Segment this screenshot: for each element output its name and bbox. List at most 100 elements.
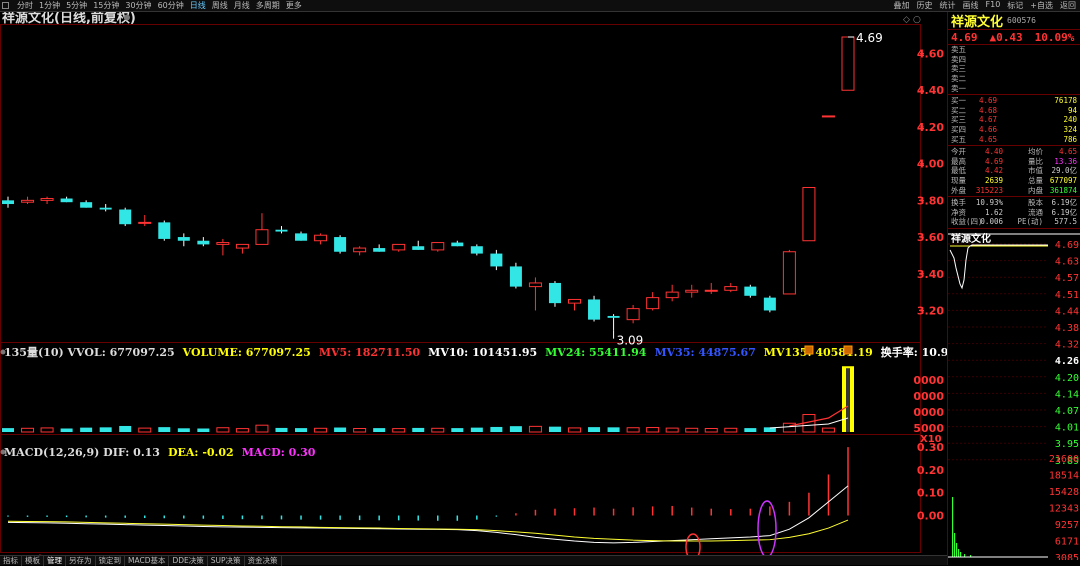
stat-cell: 均价 [1028,147,1043,157]
tool-5[interactable]: 标记 [1007,0,1023,11]
legend-dot-icon[interactable] [0,349,6,355]
mini-price-line [949,244,1048,290]
stat-cell: 6.19亿 [1051,198,1077,208]
last-price: 4.69 [951,30,978,44]
window-square-icon[interactable] [2,2,9,9]
price-tick-label: 4.00 [917,158,944,171]
bottom-tab-4[interactable]: 锁定到 [96,555,125,566]
period-tab-8[interactable]: 月线 [234,0,250,11]
mini-price-label: 4.14 [1055,389,1079,400]
volume-tick-label: 0000 [913,390,944,403]
volume-bar [60,428,73,432]
tool-2[interactable]: 统计 [940,0,956,11]
event-marker-icon[interactable] [804,345,814,355]
stat-cell: 市值 [1028,166,1043,176]
stat-cell: 2639 [984,176,1003,186]
volume-bar [685,427,699,433]
stat-cell: 13.36 [1054,156,1077,166]
volume-bar [119,425,132,432]
period-tab-6[interactable]: 日线 [190,0,206,11]
bid-cell: 4.66 [978,125,997,135]
mv5-line [789,405,849,427]
volume-bar [138,427,152,433]
bottom-tab-3[interactable]: 另存为 [66,555,96,566]
mini-volume-label: 9257 [1055,520,1079,531]
bottom-tab-6[interactable]: DDE决策 [169,555,208,566]
mini-volume-bar [960,551,962,557]
settings-dot-icon[interactable] [124,14,130,21]
stat-cell: 6.19亿 [1051,207,1077,217]
close-icon[interactable]: ○ [913,15,921,25]
volume-bar [40,427,54,433]
bid-cell: 4.69 [978,96,997,106]
candle-body-down [158,222,171,239]
stat-cell: 10.93% [975,198,1003,208]
candle-body-up [21,199,35,203]
volume-bar [548,426,561,432]
candle-body-up [841,36,855,91]
stat-cell: 收益(四) [951,217,983,227]
chart-area[interactable]: 祥源文化(日线,前复权) ◇ ○ 4.60 4.40 4.20 4.00 3.80 3.60 3.… [0,12,947,555]
tool-4[interactable]: F10 [986,0,1001,11]
event-marker-icon[interactable] [843,345,853,355]
candle-body-up [568,298,582,304]
bottom-tab-2[interactable]: 管理 [44,555,66,566]
candle-body-down [548,282,561,304]
period-tab-10[interactable]: 更多 [286,0,302,11]
period-tab-1[interactable]: 1分钟 [39,0,60,11]
tool-0[interactable]: 叠加 [894,0,910,11]
macd-dot-icon[interactable] [0,449,6,455]
period-tab-7[interactable]: 周线 [212,0,228,11]
quote-panel: 祥源文化 600576 4.69 ▲0.43 10.09% 卖五 卖四 卖三 卖二 卖一… [947,12,1080,565]
volume-bar [607,427,620,432]
price-tick-label: 4.20 [917,121,944,134]
mini-price-label: 4.01 [1055,422,1079,433]
candle-body-down [80,202,93,208]
divider [948,227,1080,229]
volume-bar [295,428,308,432]
macd-legend-2: MACD: 0.30 [242,446,316,459]
volume-bar [490,426,503,432]
bottom-tab-1[interactable]: 模板 [22,555,44,566]
stock-name: 祥源文化 [951,15,1004,30]
macd-legend-1: DEA: -0.02 [168,446,234,459]
mini-volume-label: 3085 [1055,553,1079,560]
volume-bar [588,427,601,432]
period-tab-9[interactable]: 多周期 [256,0,280,11]
period-tab-5[interactable]: 60分钟 [158,0,184,11]
volume-bar [528,425,542,433]
mini-intraday-chart[interactable]: 祥源文化4.694.634.574.514.444.384.324.264.20… [948,230,1080,564]
candle-body-down [509,266,522,287]
mv10-line [769,417,849,429]
period-tab-0[interactable]: 分时 [17,0,33,11]
stat-cell: 4.65 [1058,147,1077,157]
bottom-tab-7[interactable]: SUP决策 [208,555,245,566]
volume-bar [235,428,249,433]
volume-legend-4: MV24: 55411.94 [545,346,647,359]
tool-6[interactable]: +自选 [1030,0,1053,11]
candle-body-up [392,243,406,251]
tool-3[interactable]: 画线 [963,0,979,11]
ask-row-2: 卖三 [948,64,1080,74]
period-tab-3[interactable]: 15分钟 [93,0,119,11]
diamond-icon[interactable]: ◇ [903,15,910,25]
candle-body-up [704,289,718,292]
volume-bar [177,428,190,432]
mini-price-label: 3.95 [1055,439,1079,450]
bottom-tab-5[interactable]: MACD基本 [125,555,170,566]
mini-price-label: 4.51 [1055,289,1079,300]
period-tab-4[interactable]: 30分钟 [125,0,151,11]
stat-cell: 677097 [1049,176,1077,186]
volume-bar-inner [846,368,850,432]
tool-7[interactable]: 返回 [1060,0,1076,11]
bottom-tab-0[interactable]: 指标 [0,555,22,566]
bottom-tabs: 指标 模板 管理 另存为 锁定到 MACD基本 DDE决策 SUP决策 资金决策 [0,555,947,566]
tool-1[interactable]: 历史 [917,0,933,11]
period-tabs: 分时 1分钟 5分钟 15分钟 30分钟 60分钟 日线 周线 月线 多周期 更多 [0,0,302,11]
bottom-tab-8[interactable]: 资金决策 [245,555,282,566]
period-tab-2[interactable]: 5分钟 [66,0,87,11]
price-tick-label: 3.80 [917,194,944,207]
volume-legend-5: MV35: 44875.67 [654,346,755,359]
volume-legend-6: MV135: 40581.19 [764,346,873,359]
stat-cell: 29.0亿 [1051,166,1077,176]
